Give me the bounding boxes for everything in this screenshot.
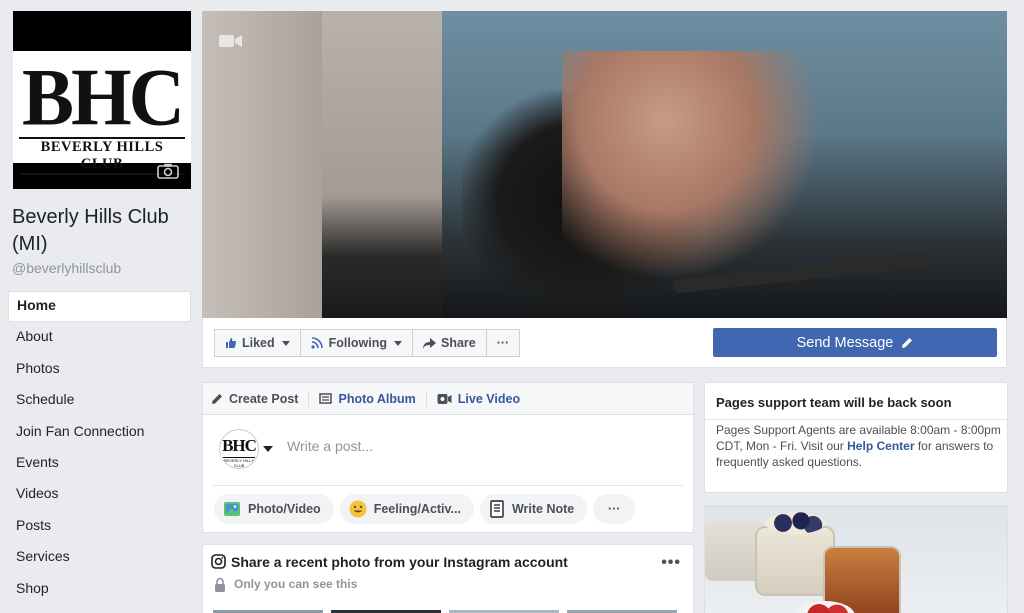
instagram-icon <box>211 554 226 569</box>
profile-picture[interactable]: BHC BEVERLY HILLS CLUB <box>13 11 191 189</box>
nav-item-home[interactable]: Home <box>8 291 191 323</box>
liked-label: Liked <box>242 336 275 350</box>
logo-text: BHC <box>21 50 185 143</box>
cover-video[interactable] <box>202 11 1007 318</box>
page-action-buttons: Liked Following Share ··· <box>214 329 521 357</box>
share-label: Share <box>440 336 476 350</box>
send-message-button[interactable]: Send Message <box>713 328 997 357</box>
nav-item-events[interactable]: Events <box>8 448 191 479</box>
photo-video-button[interactable]: Photo/Video <box>214 494 334 524</box>
help-center-link[interactable]: Help Center <box>847 439 914 453</box>
more-options-button[interactable]: ··· <box>485 329 521 357</box>
support-text: Pages Support Agents are available 8:00a… <box>716 422 1001 470</box>
chevron-down-icon[interactable] <box>263 446 273 452</box>
note-icon <box>490 500 504 518</box>
share-arrow-icon <box>422 337 436 349</box>
divider <box>213 485 683 486</box>
page-name[interactable]: Beverly Hills Club (MI) <box>12 204 190 258</box>
privacy-note: Only you can see this <box>234 577 358 591</box>
nav-item-photos[interactable]: Photos <box>8 354 191 385</box>
instagram-card-title: Share a recent photo from your Instagram… <box>231 554 568 570</box>
avatar-logo-subtext: BEVERLY HILLS CLUB <box>223 457 255 468</box>
rss-icon <box>311 337 323 349</box>
nav-item-about[interactable]: About <box>8 322 191 353</box>
more-icon: ··· <box>608 502 621 516</box>
cover-trainer-arm <box>202 11 322 318</box>
live-video-icon <box>437 393 452 404</box>
camera-icon[interactable] <box>157 163 179 179</box>
page-nav: Home About Photos Schedule Join Fan Conn… <box>8 291 191 605</box>
instagram-share-card: Share a recent photo from your Instagram… <box>202 544 694 613</box>
avatar[interactable]: BHC BEVERLY HILLS CLUB <box>219 429 259 469</box>
tab-live-video-label: Live Video <box>457 391 521 406</box>
promo-image[interactable] <box>704 505 1008 613</box>
page-handle[interactable]: @beverlyhillsclub <box>12 260 121 276</box>
more-options-button[interactable]: ··· <box>593 494 636 524</box>
composer-options: Photo/Video Feeling/Activ... Write Note … <box>214 494 636 524</box>
chevron-down-icon <box>393 340 402 346</box>
card-menu-button[interactable]: ••• <box>661 554 681 572</box>
liked-button[interactable]: Liked <box>214 329 300 357</box>
cover-figure-torso <box>562 51 822 281</box>
lock-icon <box>215 577 225 592</box>
share-button[interactable]: Share <box>411 329 486 357</box>
post-composer: Create Post Photo Album Live Video BHC B… <box>202 382 694 533</box>
video-camera-icon <box>219 35 242 47</box>
composer-tabs: Create Post Photo Album Live Video <box>203 383 693 415</box>
tab-create-post[interactable]: Create Post <box>211 390 310 407</box>
photo-video-label: Photo/Video <box>248 502 321 516</box>
tab-photo-album[interactable]: Photo Album <box>319 390 427 407</box>
following-button[interactable]: Following <box>299 329 412 357</box>
thumbs-up-icon <box>226 338 237 348</box>
nav-item-services[interactable]: Services <box>8 542 191 573</box>
feeling-activity-label: Feeling/Activ... <box>373 502 461 516</box>
tab-photo-album-label: Photo Album <box>338 391 416 406</box>
following-label: Following <box>328 336 387 350</box>
avatar-logo-text: BHC <box>222 436 257 455</box>
write-note-button[interactable]: Write Note <box>479 494 588 524</box>
smiley-icon <box>349 500 367 518</box>
write-note-label: Write Note <box>511 502 575 516</box>
divider <box>705 419 1007 420</box>
send-message-label: Send Message <box>796 334 894 351</box>
support-notice-card: Pages support team will be back soon Pag… <box>704 382 1008 493</box>
blueberries <box>765 512 825 534</box>
bhc-logo: BHC BEVERLY HILLS CLUB <box>13 50 191 175</box>
nav-item-schedule[interactable]: Schedule <box>8 385 191 416</box>
tab-create-post-label: Create Post <box>229 391 299 406</box>
pencil-icon <box>902 337 913 348</box>
more-icon: ··· <box>496 336 510 350</box>
nav-item-join-fan-connection[interactable]: Join Fan Connection <box>8 417 191 448</box>
nav-item-videos[interactable]: Videos <box>8 479 191 510</box>
pencil-icon <box>212 393 222 404</box>
photo-album-icon <box>319 393 333 404</box>
tab-live-video[interactable]: Live Video <box>437 391 530 407</box>
page-action-bar: Liked Following Share ··· Send Message <box>202 318 1007 368</box>
support-title: Pages support team will be back soon <box>716 395 952 410</box>
photo-icon <box>224 502 240 516</box>
post-input[interactable]: Write a post... <box>287 438 373 454</box>
nav-item-shop[interactable]: Shop <box>8 574 191 605</box>
nav-item-posts[interactable]: Posts <box>8 511 191 542</box>
feeling-activity-button[interactable]: Feeling/Activ... <box>339 494 474 524</box>
chevron-down-icon <box>281 340 290 346</box>
